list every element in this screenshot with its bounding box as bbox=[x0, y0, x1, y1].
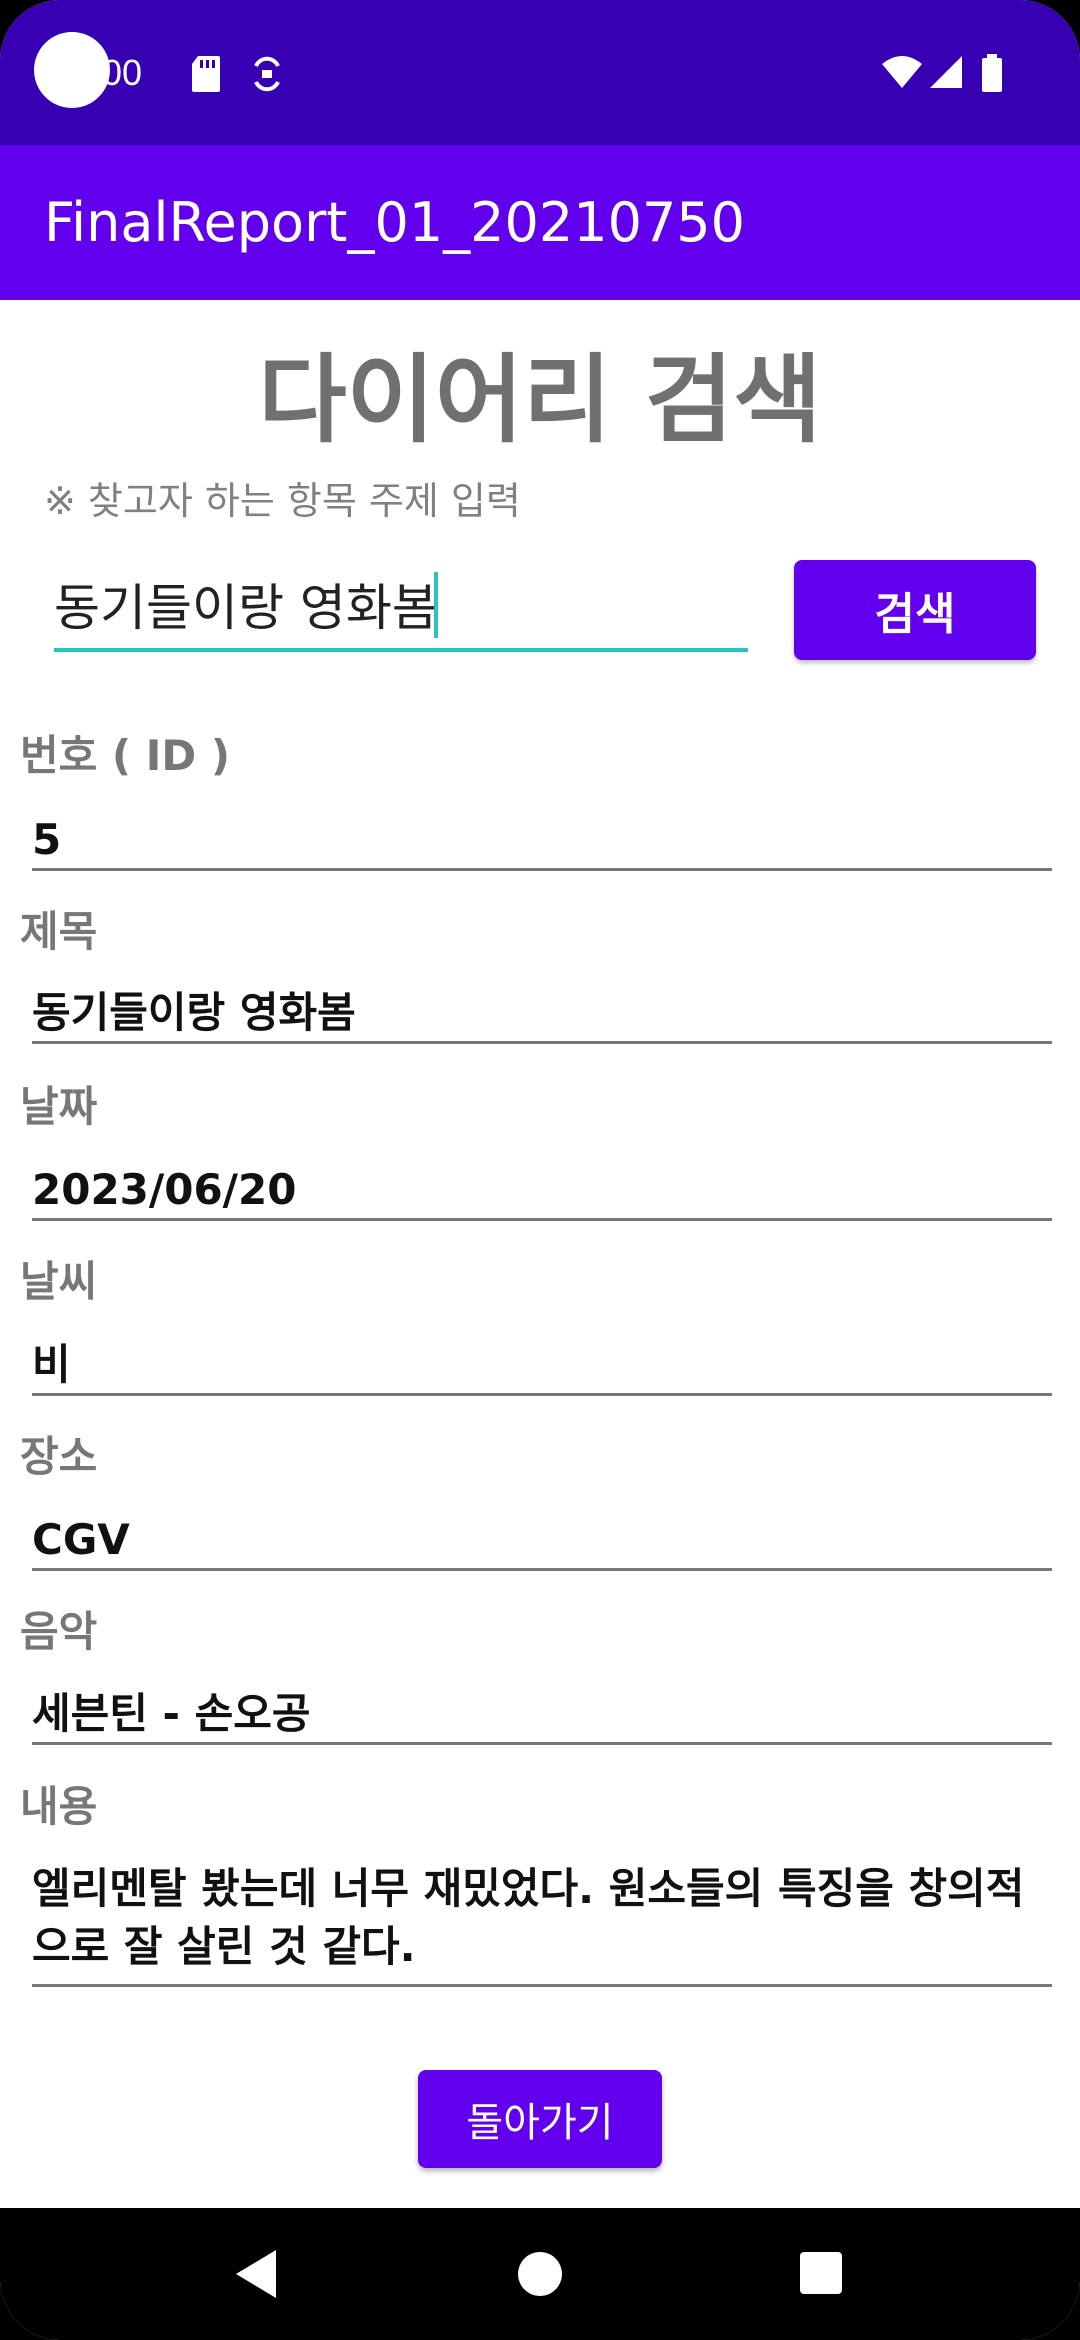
nav-home-icon[interactable] bbox=[518, 2252, 562, 2296]
place-field[interactable]: CGV bbox=[32, 1512, 1052, 1571]
weather-label: 날씨 bbox=[20, 1257, 98, 1306]
back-button[interactable]: 돌아가기 bbox=[418, 2070, 662, 2168]
text-caret bbox=[434, 572, 438, 638]
title-label: 제목 bbox=[20, 907, 98, 956]
content-label: 내용 bbox=[20, 1782, 98, 1831]
app-title: FinalReport_01_20210750 bbox=[44, 191, 746, 254]
id-label: 번호 ( ID ) bbox=[20, 731, 231, 780]
date-label: 날짜 bbox=[20, 1082, 98, 1131]
nav-recent-icon[interactable] bbox=[800, 2252, 842, 2294]
camera-cutout bbox=[34, 32, 110, 108]
music-field[interactable]: 세븐틴 - 손오공 bbox=[32, 1686, 1052, 1745]
date-field[interactable]: 2023/06/20 bbox=[32, 1162, 1052, 1221]
status-bar: :00 bbox=[0, 0, 1080, 145]
search-button[interactable]: 검색 bbox=[794, 560, 1036, 660]
title-field[interactable]: 동기들이랑 영화봄 bbox=[32, 985, 1052, 1044]
music-label: 음악 bbox=[20, 1607, 98, 1656]
search-input[interactable] bbox=[54, 560, 748, 652]
app-bar: FinalReport_01_20210750 bbox=[0, 145, 1080, 300]
nav-back-icon[interactable] bbox=[236, 2250, 276, 2298]
battery-icon bbox=[982, 54, 1002, 92]
wifi-icon bbox=[882, 56, 922, 88]
search-hint: ※ 찾고자 하는 항목 주제 입력 bbox=[44, 479, 521, 523]
sync-icon bbox=[254, 56, 280, 92]
content-field[interactable]: 엘리멘탈 봤는데 너무 재밌었다. 원소들의 특징을 창의적으로 잘 살린 것 … bbox=[32, 1860, 1052, 1987]
cell-signal-icon bbox=[930, 56, 962, 88]
page-title: 다이어리 검색 bbox=[258, 344, 822, 456]
phone-screen: :00 FinalReport_01_20210750 다이어리 검색 ※ 찾고… bbox=[0, 0, 1080, 2340]
navigation-bar bbox=[0, 2208, 1080, 2340]
sd-card-icon bbox=[192, 56, 220, 92]
place-label: 장소 bbox=[20, 1432, 98, 1481]
weather-field[interactable]: 비 bbox=[32, 1337, 1052, 1396]
id-field[interactable]: 5 bbox=[32, 812, 1052, 871]
